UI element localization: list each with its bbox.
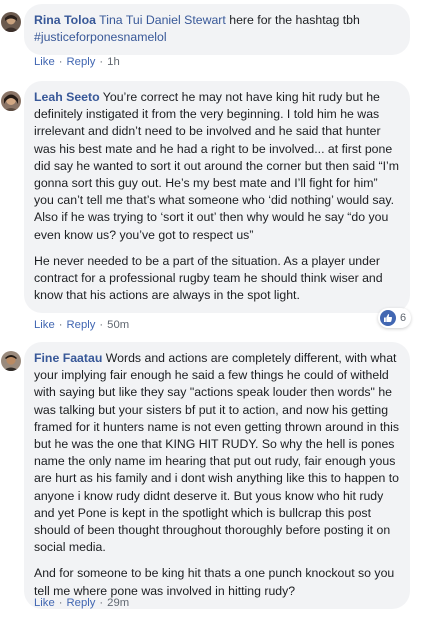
separator-dot: · <box>99 597 104 609</box>
comment-actions: Like · Reply · 1h <box>34 56 120 68</box>
comment-timestamp[interactable]: 29m <box>107 597 129 609</box>
separator-dot: · <box>99 319 104 331</box>
comment-text: You’re correct he may not have king hit … <box>34 90 400 208</box>
reply-link[interactable]: Reply <box>67 56 96 68</box>
like-link[interactable]: Like <box>34 319 55 331</box>
avatar[interactable] <box>1 91 21 111</box>
like-link[interactable]: Like <box>34 56 55 68</box>
comment-text: here for the hashtag tbh <box>225 13 360 27</box>
comment-actions: Like · Reply · 29m <box>34 597 129 609</box>
reaction-summary[interactable]: 6 <box>378 308 412 328</box>
comment-bubble: Leah Seeto You’re correct he may not hav… <box>24 81 410 314</box>
separator-dot: · <box>99 56 104 68</box>
comment-bubble: Fine Faatau Words and actions are comple… <box>24 342 410 609</box>
comment-timestamp[interactable]: 50m <box>107 319 129 331</box>
mentioned-users[interactable]: Tina Tui Daniel Stewart <box>99 13 226 27</box>
separator-dot: · <box>58 319 63 331</box>
comment-author[interactable]: Rina Toloa <box>34 13 96 27</box>
avatar[interactable] <box>1 12 21 32</box>
like-link[interactable]: Like <box>34 597 55 609</box>
reply-link[interactable]: Reply <box>67 597 96 609</box>
comment-actions: Like · Reply · 50m <box>34 319 129 331</box>
reaction-count: 6 <box>400 312 407 324</box>
comment-paragraph: And for someone to be king hit thats a o… <box>34 566 395 598</box>
comment-bubble: Rina Toloa Tina Tui Daniel Stewart here … <box>24 4 410 56</box>
hashtag-link[interactable]: #justiceforponesnamelol <box>34 30 167 44</box>
reply-link[interactable]: Reply <box>67 319 96 331</box>
thumbs-up-icon <box>380 310 396 326</box>
separator-dot: · <box>58 597 63 609</box>
separator-dot: · <box>58 56 63 68</box>
comment-timestamp[interactable]: 1h <box>107 56 120 68</box>
comment-text: Also if he was trying to ‘sort it out’ t… <box>34 210 389 242</box>
comment-paragraph: He never needed to be a part of the situ… <box>34 253 383 303</box>
comment-author[interactable]: Fine Faatau <box>34 351 102 365</box>
avatar[interactable] <box>1 351 21 371</box>
comment-text: Words and actions are completely differe… <box>34 351 400 555</box>
comment-author[interactable]: Leah Seeto <box>34 90 100 104</box>
